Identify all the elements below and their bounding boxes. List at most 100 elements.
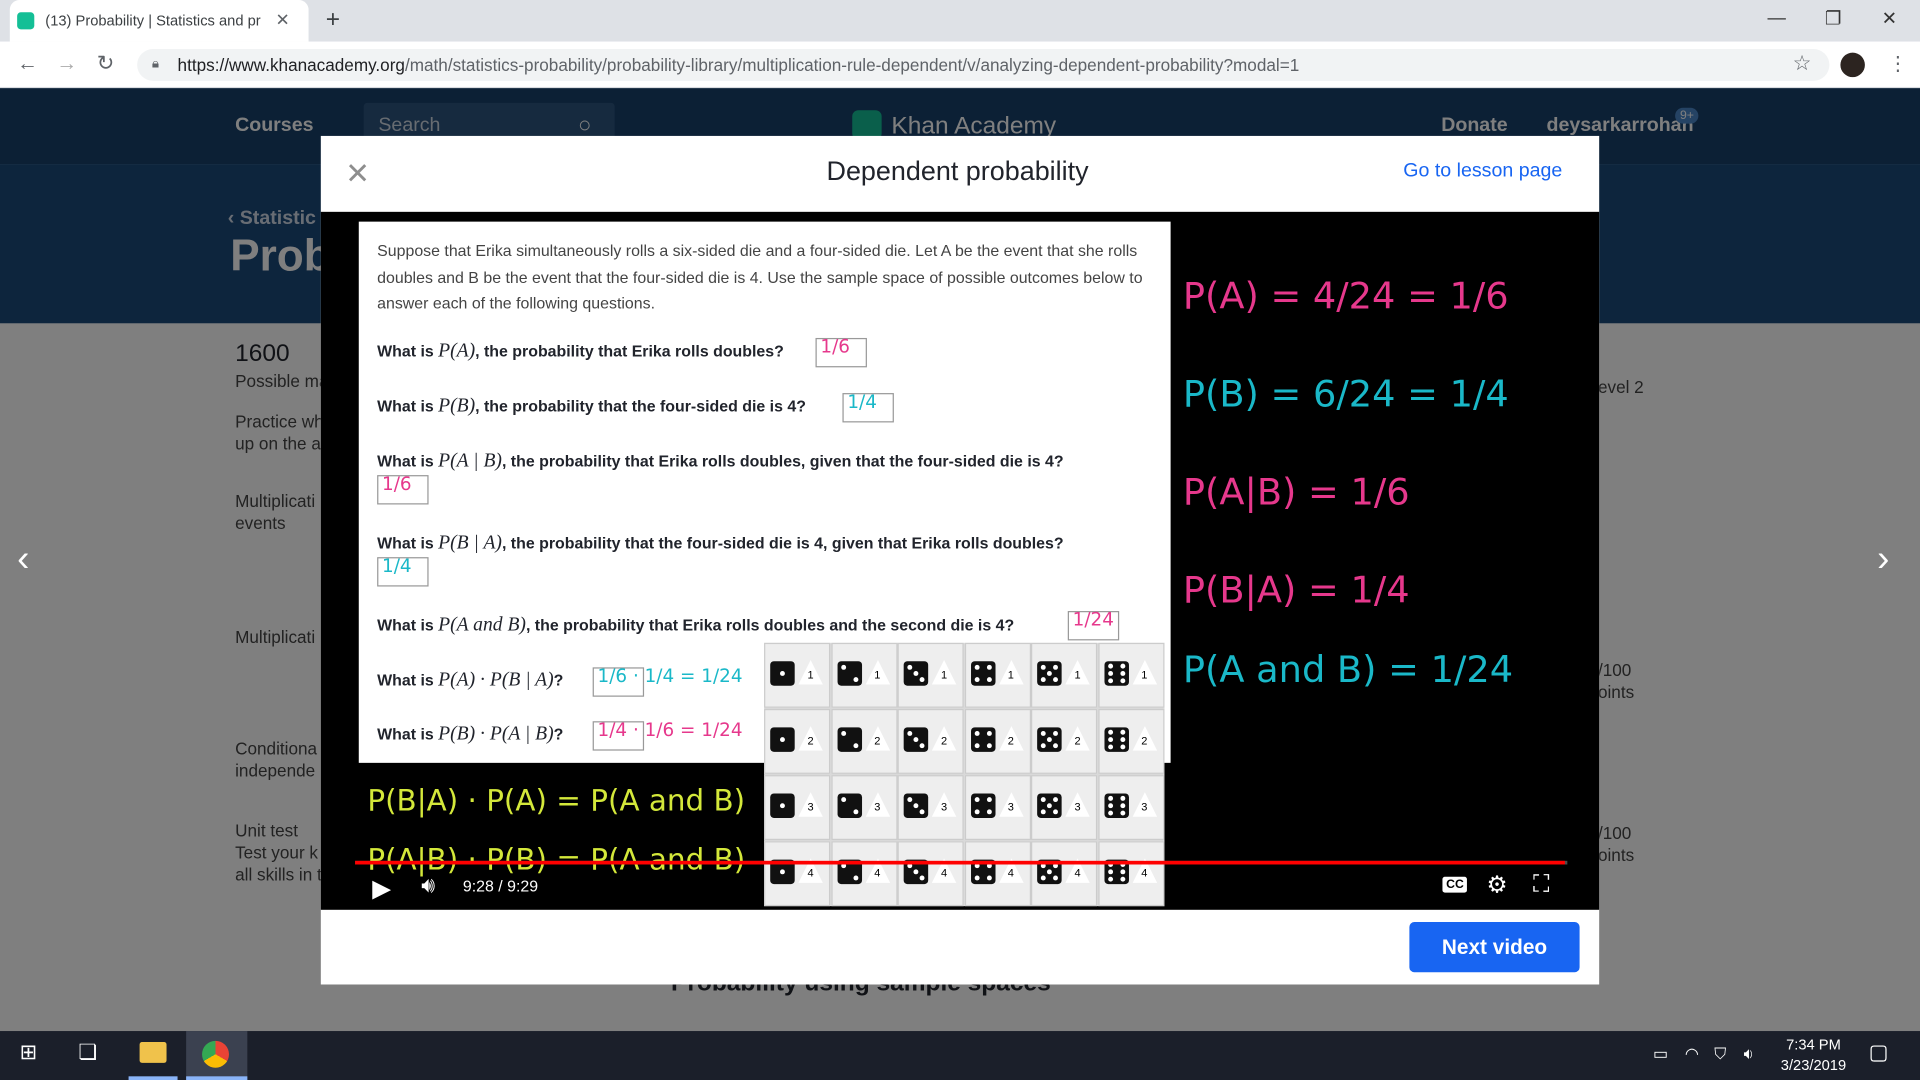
- chrome-active-indicator: [186, 1076, 248, 1080]
- browser-menu-icon[interactable]: ⋮: [1888, 51, 1908, 75]
- six-sided-die-icon: [1037, 793, 1062, 818]
- outcome-cell: 2: [1097, 708, 1164, 774]
- handwritten-answer-1: 1/6: [820, 335, 850, 358]
- six-sided-die-icon: [970, 661, 995, 686]
- bookmark-star-icon[interactable]: ☆: [1793, 51, 1812, 75]
- progress-fill[interactable]: [355, 860, 1565, 865]
- fullscreen-icon[interactable]: ⛶: [1533, 872, 1549, 899]
- question-1: What is P(A), the probability that Erika…: [377, 340, 784, 362]
- chrome-icon[interactable]: [202, 1040, 229, 1068]
- four-sided-die-value: 2: [874, 734, 881, 747]
- question-3: What is P(A | B), the probability that E…: [377, 450, 1064, 472]
- outcome-cell: 2: [1031, 708, 1098, 774]
- outcome-cell: 1: [1097, 642, 1164, 708]
- exercise-intro: Suppose that Erika simultaneously rolls …: [377, 241, 1143, 313]
- question-4: What is P(B | A), the probability that t…: [377, 532, 1064, 554]
- captions-button[interactable]: CC: [1442, 876, 1468, 893]
- chalk-equation-3: P(A|B) = 1/6: [1182, 471, 1410, 515]
- outcome-cell: 3: [1097, 775, 1164, 841]
- outcome-cell: 4: [897, 841, 964, 907]
- six-sided-die-icon: [1103, 793, 1129, 818]
- task-view-icon[interactable]: ❏: [78, 1041, 97, 1065]
- windows-start-icon[interactable]: ⊞: [20, 1041, 37, 1065]
- chalk-bottom-equation-1: P(B|A) · P(A) = P(A and B): [367, 783, 746, 818]
- question-2: What is P(B), the probability that the f…: [377, 395, 806, 417]
- play-icon[interactable]: ▶: [372, 873, 391, 904]
- profile-avatar[interactable]: [1840, 52, 1865, 78]
- khan-favicon-icon: [17, 12, 35, 30]
- security-shield-icon[interactable]: ⛉: [1714, 1044, 1726, 1064]
- six-sided-die-icon: [770, 727, 795, 752]
- tab-close-icon[interactable]: ✕: [276, 10, 290, 31]
- four-sided-die-value: 3: [941, 800, 948, 814]
- next-video-arrow-icon[interactable]: ›: [1877, 539, 1889, 581]
- wifi-icon[interactable]: ◠: [1685, 1044, 1699, 1064]
- four-sided-die-value: 3: [874, 800, 881, 814]
- question-7: What is P(B) · P(A | B)?: [377, 723, 564, 745]
- four-sided-die-value: 2: [1141, 734, 1148, 747]
- chalk-bottom-equation-2: P(A|B) · P(B) = P(A and B): [367, 842, 746, 877]
- four-sided-die-value: 4: [807, 866, 814, 880]
- new-tab-icon[interactable]: +: [326, 6, 340, 34]
- notifications-icon[interactable]: ▢: [1869, 1041, 1889, 1065]
- chalk-equation-2: P(B) = 6/24 = 1/4: [1182, 373, 1509, 417]
- lock-icon[interactable]: 🔒︎: [152, 56, 159, 72]
- close-window-icon[interactable]: ✕: [1871, 7, 1908, 30]
- outcome-cell: 2: [964, 708, 1031, 774]
- outcome-cell: 2: [764, 708, 831, 774]
- outcome-cell: 2: [830, 708, 897, 774]
- chalk-equation-4: P(B|A) = 1/4: [1182, 569, 1410, 613]
- handwritten-answer-6: 1/6 · 1/4 = 1/24: [597, 664, 743, 687]
- four-sided-die-value: 1: [1074, 668, 1081, 681]
- four-sided-die-value: 2: [1007, 734, 1014, 747]
- outcome-cell: 1: [830, 642, 897, 708]
- four-sided-die-value: 2: [807, 734, 814, 747]
- minimize-icon[interactable]: —: [1758, 7, 1795, 28]
- chalk-equation-1: P(A) = 4/24 = 1/6: [1182, 275, 1509, 319]
- question-5: What is P(A and B), the probability that…: [377, 614, 1015, 636]
- maximize-icon[interactable]: ❐: [1815, 7, 1852, 30]
- outcome-cell: 1: [764, 642, 831, 708]
- volume-icon[interactable]: 🔊︎: [421, 873, 435, 899]
- url-text[interactable]: https://www.khanacademy.org/math/statist…: [178, 55, 1300, 75]
- settings-gear-icon[interactable]: ⚙: [1487, 872, 1508, 900]
- video-time: 9:28 / 9:29: [462, 876, 539, 896]
- outcome-cell: 1: [964, 642, 1031, 708]
- reload-icon[interactable]: ↻: [97, 51, 114, 75]
- four-sided-die-value: 2: [1074, 734, 1081, 747]
- six-sided-die-icon: [903, 793, 929, 818]
- outcome-cell: 4: [1097, 841, 1164, 907]
- outcome-cell: 1: [1031, 642, 1098, 708]
- six-sided-die-icon: [1103, 661, 1129, 686]
- outcome-cell: 1: [897, 642, 964, 708]
- four-sided-die-value: 4: [874, 866, 881, 880]
- outcome-cell: 4: [964, 841, 1031, 907]
- six-sided-die-icon: [770, 793, 795, 818]
- battery-icon[interactable]: ▭: [1653, 1044, 1668, 1064]
- system-clock[interactable]: 7:34 PM 3/23/2019: [1771, 1035, 1857, 1077]
- six-sided-die-icon: [770, 661, 795, 686]
- handwritten-answer-4: 1/4: [382, 554, 412, 577]
- windows-taskbar: [0, 1031, 1920, 1080]
- next-video-button[interactable]: Next video: [1409, 922, 1580, 973]
- six-sided-die-icon: [903, 661, 929, 686]
- six-sided-die-icon: [1037, 727, 1062, 752]
- four-sided-die-value: 2: [941, 734, 948, 747]
- speaker-icon[interactable]: 🔉︎: [1744, 1044, 1754, 1064]
- six-sided-die-icon: [836, 727, 862, 752]
- file-explorer-icon[interactable]: [139, 1042, 167, 1063]
- back-icon[interactable]: ←: [17, 51, 38, 75]
- six-sided-die-icon: [1037, 661, 1062, 686]
- four-sided-die-value: 4: [1074, 866, 1081, 880]
- forward-icon[interactable]: →: [56, 51, 77, 75]
- six-sided-die-icon: [836, 793, 862, 818]
- outcome-cell: 2: [897, 708, 964, 774]
- outcome-cell: 4: [830, 841, 897, 907]
- four-sided-die-value: 3: [1074, 800, 1081, 814]
- outcome-cell: 4: [764, 841, 831, 907]
- explorer-active-indicator: [128, 1076, 178, 1080]
- handwritten-answer-7: 1/4 · 1/6 = 1/24: [597, 718, 743, 741]
- handwritten-answer-3: 1/6: [382, 472, 412, 495]
- previous-video-arrow-icon[interactable]: ‹: [17, 539, 29, 581]
- go-to-lesson-link[interactable]: Go to lesson page: [1403, 160, 1562, 182]
